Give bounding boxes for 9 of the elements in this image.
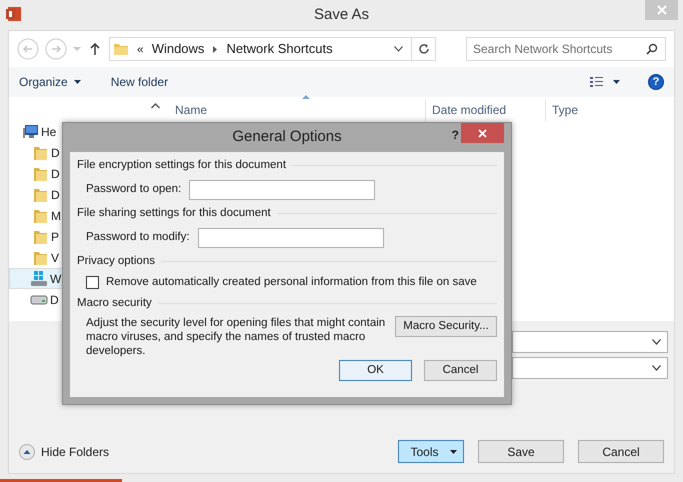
field-label: Password to open: [86,182,182,197]
section-heading: Macro security [77,296,152,311]
section-heading: File encryption settings for this document [77,158,286,173]
dialog-title: General Options [232,127,342,148]
description-text: Adjust the security level for opening files that might contain macro viruses, and specify the names of trusted macro developers. [86,316,386,358]
field-label: Password to modify: [86,230,190,245]
section-heading: Privacy options [77,254,155,269]
section-heading: File sharing settings for this document [77,206,271,221]
window-title: Save As [314,4,370,25]
